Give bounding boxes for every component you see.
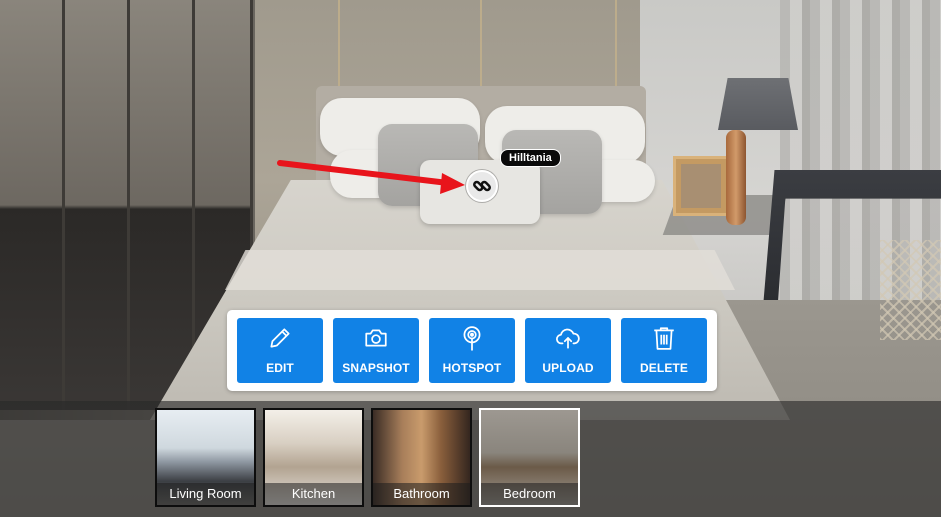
upload-button[interactable]: UPLOAD: [525, 318, 611, 383]
delete-button[interactable]: DELETE: [621, 318, 707, 383]
pencil-icon: [270, 328, 290, 348]
trash-icon: [654, 327, 674, 350]
scene-thumbnail-living-room[interactable]: Living Room: [155, 408, 256, 507]
hotspot-marker[interactable]: [466, 170, 498, 202]
edit-label: EDIT: [266, 361, 294, 375]
hotspot-label: HOTSPOT: [442, 361, 502, 375]
edit-button[interactable]: EDIT: [237, 318, 323, 383]
hotspot-tooltip: Hilltania: [500, 149, 561, 167]
photo: [681, 164, 721, 208]
action-toolbar: EDIT SNAPSHOT HOTSPOT UPLOAD DELETE: [227, 310, 717, 391]
hotspot-button[interactable]: HOTSPOT: [429, 318, 515, 383]
delete-label: DELETE: [640, 361, 688, 375]
photo-frame: [673, 156, 729, 216]
wire-basket: [880, 240, 941, 340]
wardrobe-door: [130, 0, 195, 410]
wardrobe-door: [0, 0, 65, 410]
scene-thumbnail-kitchen[interactable]: Kitchen: [263, 408, 364, 507]
snapshot-button[interactable]: SNAPSHOT: [333, 318, 419, 383]
scene-thumbnail-bedroom[interactable]: Bedroom: [479, 408, 580, 507]
scene-thumbnail-bathroom[interactable]: Bathroom: [371, 408, 472, 507]
scene-thumbnail-strip: Living Room Kitchen Bathroom Bedroom: [0, 401, 941, 517]
snapshot-label: SNAPSHOT: [342, 361, 410, 375]
scene-label: Kitchen: [265, 483, 362, 505]
scene-label: Living Room: [157, 483, 254, 505]
lamp-shade: [718, 78, 798, 130]
lamp-base: [726, 130, 746, 225]
scene-label: Bathroom: [373, 483, 470, 505]
bed-fold: [225, 250, 735, 290]
wardrobe-door: [65, 0, 130, 410]
hotspot-icon: [463, 326, 481, 351]
cloud-upload-icon: [556, 328, 580, 349]
upload-label: UPLOAD: [542, 361, 594, 375]
camera-icon: [365, 329, 387, 347]
link-icon: [473, 180, 491, 192]
scene-label: Bedroom: [481, 483, 578, 505]
annotation-arrow: [277, 160, 465, 194]
